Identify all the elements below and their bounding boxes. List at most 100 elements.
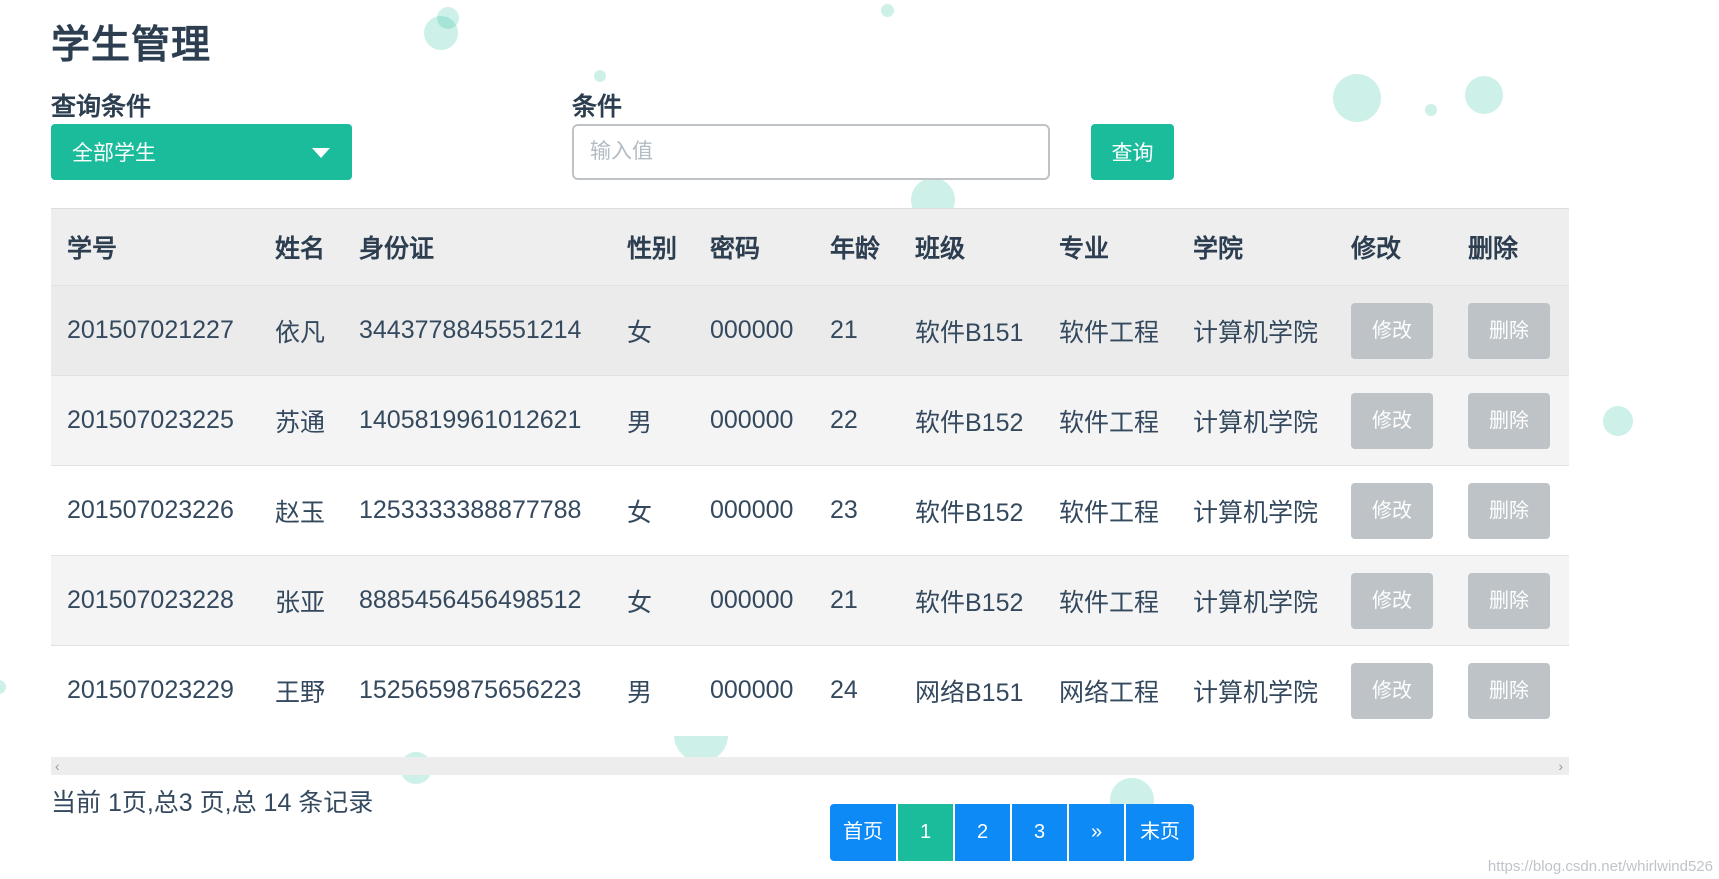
table-row: 201507023229 王野 1525659875656223 男 00000… (51, 645, 1569, 736)
cell-name: 依凡 (275, 318, 326, 347)
decor-bubble (594, 70, 606, 82)
column-header-delete: 删除 (1452, 208, 1569, 286)
cell-id-card: 8885456456498512 (359, 586, 582, 614)
cell-gender: 女 (627, 498, 653, 527)
watermark: https://blog.csdn.net/whirlwind526 (1487, 858, 1713, 875)
decor-bubble (424, 16, 458, 50)
query-button[interactable]: 查询 (1091, 124, 1174, 180)
cell-gender: 男 (627, 678, 653, 707)
delete-button[interactable]: 删除 (1468, 392, 1550, 449)
cell-id-card: 3443778845551214 (359, 316, 582, 344)
cell-major: 网络工程 (1059, 678, 1160, 707)
delete-button[interactable]: 删除 (1468, 572, 1550, 629)
cell-id-card: 1253333388877788 (359, 496, 582, 524)
cell-major: 软件工程 (1059, 408, 1160, 437)
decor-bubble (1425, 104, 1437, 116)
delete-button[interactable]: 删除 (1468, 482, 1550, 539)
edit-button[interactable]: 修改 (1351, 662, 1433, 719)
cell-edit: 修改 (1335, 376, 1452, 466)
cell-student-id: 201507023229 (67, 676, 234, 705)
cell-name: 张亚 (275, 588, 326, 617)
cell-class: 软件B152 (915, 588, 1024, 617)
cell-age: 21 (830, 586, 858, 614)
edit-button[interactable]: 修改 (1351, 482, 1433, 539)
page-button-3[interactable]: 3 (1012, 804, 1069, 861)
cell-edit: 修改 (1335, 646, 1452, 736)
cell-edit: 修改 (1335, 286, 1452, 376)
cell-class: 软件B151 (915, 318, 1024, 347)
pagination: 首页 1 2 3 » 末页 (830, 804, 1194, 861)
cell-college: 计算机学院 (1193, 588, 1319, 617)
horizontal-scrollbar[interactable]: ‹ › (51, 757, 1569, 775)
column-header-student-id: 学号 (51, 208, 259, 286)
cell-password: 000000 (710, 586, 794, 614)
column-header-edit: 修改 (1335, 208, 1452, 286)
column-header-college: 学院 (1177, 208, 1335, 286)
decor-bubble (881, 4, 894, 17)
cell-id-card: 1405819961012621 (359, 406, 582, 434)
student-management-page: 学生管理 查询条件 条件 全部学生 查询 学号 (0, 0, 1719, 879)
cell-id-card: 1525659875656223 (359, 676, 582, 705)
edit-button[interactable]: 修改 (1351, 302, 1433, 359)
column-header-password: 密码 (694, 208, 814, 286)
cell-gender: 女 (627, 588, 653, 617)
cell-student-id: 201507023226 (67, 496, 234, 524)
pagination-summary: 当前 1页,总3 页,总 14 条记录 (51, 789, 374, 817)
column-header-name: 姓名 (259, 208, 343, 286)
edit-button[interactable]: 修改 (1351, 572, 1433, 629)
query-condition-select[interactable]: 全部学生 (51, 124, 352, 180)
cell-delete: 删除 (1452, 646, 1569, 736)
decor-bubble (1333, 74, 1381, 122)
cell-age: 21 (830, 316, 858, 344)
table-row: 201507021227 依凡 3443778845551214 女 00000… (51, 285, 1569, 376)
cell-name: 苏通 (275, 408, 326, 437)
condition-value-input[interactable] (572, 124, 1050, 180)
scroll-right-icon[interactable]: › (1558, 757, 1563, 775)
condition-value-label: 条件 (572, 93, 623, 121)
cell-gender: 男 (627, 408, 653, 437)
student-table-container: 学号 姓名 身份证 性别 密码 年龄 班级 专业 学院 修改 删除 201507… (51, 208, 1569, 736)
page-button-1[interactable]: 1 (898, 804, 955, 861)
decor-bubble (437, 7, 459, 29)
cell-password: 000000 (710, 496, 794, 524)
cell-delete: 删除 (1452, 466, 1569, 556)
cell-gender: 女 (627, 318, 653, 347)
decor-bubble (0, 680, 6, 694)
column-header-class: 班级 (899, 208, 1043, 286)
cell-password: 000000 (710, 406, 794, 434)
cell-major: 软件工程 (1059, 588, 1160, 617)
cell-name: 王野 (275, 678, 326, 707)
student-table: 学号 姓名 身份证 性别 密码 年龄 班级 专业 学院 修改 删除 201507… (51, 208, 1569, 736)
cell-edit: 修改 (1335, 466, 1452, 556)
edit-button[interactable]: 修改 (1351, 392, 1433, 449)
next-page-button[interactable]: » (1069, 804, 1126, 861)
cell-delete: 删除 (1452, 556, 1569, 646)
table-header-row: 学号 姓名 身份证 性别 密码 年龄 班级 专业 学院 修改 删除 (51, 208, 1569, 286)
cell-student-id: 201507023228 (67, 586, 234, 614)
delete-button[interactable]: 删除 (1468, 662, 1550, 719)
table-row: 201507023226 赵玉 1253333388877788 女 00000… (51, 465, 1569, 556)
cell-college: 计算机学院 (1193, 408, 1319, 437)
query-condition-label: 查询条件 (51, 93, 152, 121)
scroll-left-icon[interactable]: ‹ (55, 757, 60, 775)
cell-class: 软件B152 (915, 408, 1024, 437)
last-page-button[interactable]: 末页 (1126, 804, 1194, 861)
cell-major: 软件工程 (1059, 318, 1160, 347)
delete-button[interactable]: 删除 (1468, 302, 1550, 359)
page-title: 学生管理 (51, 24, 212, 67)
cell-edit: 修改 (1335, 556, 1452, 646)
cell-college: 计算机学院 (1193, 318, 1319, 347)
cell-student-id: 201507021227 (67, 316, 234, 344)
decor-bubble (1603, 406, 1633, 436)
cell-college: 计算机学院 (1193, 498, 1319, 527)
first-page-button[interactable]: 首页 (830, 804, 898, 861)
cell-age: 24 (830, 676, 858, 705)
column-header-gender: 性别 (611, 208, 694, 286)
column-header-age: 年龄 (814, 208, 899, 286)
page-button-2[interactable]: 2 (955, 804, 1012, 861)
query-condition-selected: 全部学生 (72, 142, 156, 165)
table-row: 201507023225 苏通 1405819961012621 男 00000… (51, 375, 1569, 466)
column-header-id-card: 身份证 (343, 208, 611, 286)
cell-class: 网络B151 (915, 678, 1024, 707)
table-row: 201507023228 张亚 8885456456498512 女 00000… (51, 555, 1569, 646)
